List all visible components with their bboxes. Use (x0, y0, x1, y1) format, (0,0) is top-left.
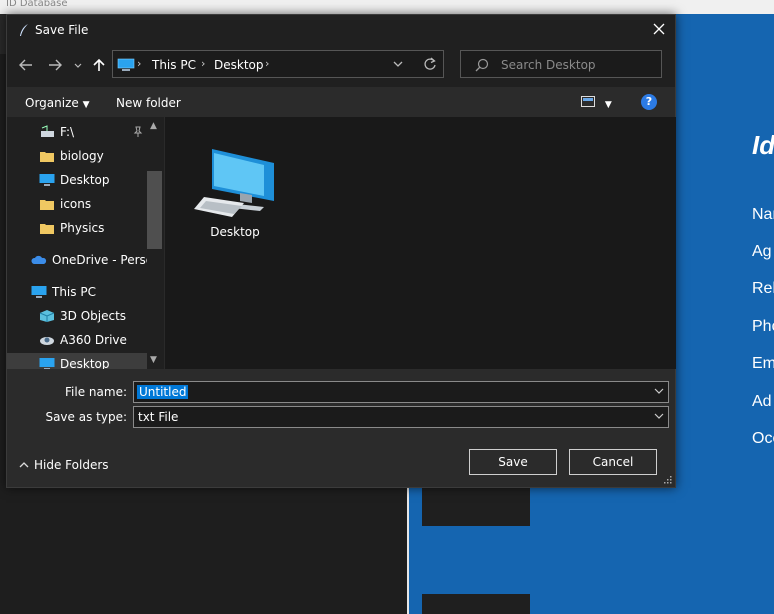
breadcrumb-separator-icon: › (265, 57, 270, 70)
computer-icon (117, 58, 135, 71)
hide-folders-label: Hide Folders (34, 458, 109, 472)
onedrive-icon (31, 255, 47, 264)
nav-item-label: F:\ (60, 125, 75, 139)
nav-item-icons[interactable]: icons (7, 193, 147, 215)
nav-item-a360-drive[interactable]: A360 Drive (7, 329, 147, 351)
command-toolbar: Organize ▼ New folder ▼ ? (7, 87, 675, 117)
breadcrumb-desktop[interactable]: Desktop (214, 58, 264, 72)
background-field-label: Nar (752, 206, 774, 223)
save-as-type-value: txt File (138, 410, 179, 424)
organize-menu-button[interactable]: Organize ▼ (25, 96, 90, 110)
background-field-label: Ad (752, 393, 772, 410)
change-view-button[interactable]: ▼ (581, 96, 612, 110)
scroll-down-arrow-icon[interactable]: ▼ (150, 355, 157, 365)
nav-item-label: Physics (60, 221, 105, 235)
background-app-titlebar: ID Database (0, 0, 774, 14)
chevron-down-icon: ▼ (82, 100, 90, 110)
breadcrumb-separator-icon: › (201, 57, 206, 70)
background-field-label: Ag (752, 243, 772, 260)
forward-arrow-icon[interactable] (47, 57, 63, 73)
nav-item-biology[interactable]: biology (7, 145, 147, 167)
organize-label: Organize (25, 96, 79, 110)
background-field-label: Occ (752, 430, 774, 447)
close-icon[interactable] (651, 21, 667, 37)
chevron-down-icon[interactable] (654, 387, 664, 395)
breadcrumb-separator-icon: › (137, 57, 142, 70)
nav-item-label: This PC (52, 285, 96, 299)
background-dark-block (422, 594, 530, 614)
nav-item-label: icons (60, 197, 92, 211)
background-app-title: ID Database (6, 0, 68, 9)
navigation-pane-scrollbar[interactable]: ▲ ▼ (147, 117, 163, 369)
search-placeholder: Search Desktop (501, 58, 596, 72)
dialog-titlebar[interactable]: Save File (7, 15, 675, 45)
computer-icon (31, 286, 47, 298)
nav-item-physics[interactable]: Physics (7, 217, 147, 239)
file-list-view: Desktop (164, 117, 676, 369)
new-folder-button[interactable]: New folder (116, 96, 181, 110)
chevron-up-icon (19, 462, 29, 468)
background-field-label: Rel (752, 280, 774, 297)
chevron-down-icon[interactable] (392, 59, 404, 69)
navigation-bar: › This PC › Desktop › Search Desktop (7, 45, 675, 85)
save-as-type-select[interactable]: txt File (133, 406, 669, 428)
breadcrumb-this-pc[interactable]: This PC (152, 58, 196, 72)
background-field-label: Em (752, 355, 774, 372)
resize-grip-icon[interactable] (664, 476, 672, 484)
hide-folders-button[interactable]: Hide Folders (19, 458, 109, 472)
address-bar[interactable]: › This PC › Desktop › (112, 50, 444, 78)
file-name-input[interactable]: Untitled (133, 381, 669, 403)
nav-item-3d-objects[interactable]: 3D Objects (7, 305, 147, 327)
nav-item-label: OneDrive - Person (52, 253, 147, 267)
dialog-title: Save File (35, 23, 89, 37)
chevron-down-icon (654, 413, 664, 419)
3d-objects-icon (39, 310, 55, 322)
scroll-up-arrow-icon[interactable]: ▲ (150, 121, 157, 131)
drive-icon (41, 125, 54, 137)
search-box[interactable]: Search Desktop (460, 50, 662, 78)
save-as-type-label: Save as type: (45, 410, 127, 424)
help-button[interactable]: ? (641, 94, 657, 110)
refresh-icon[interactable] (423, 57, 437, 71)
nav-item-desktop-selected[interactable]: Desktop (7, 353, 147, 371)
file-name-value: Untitled (137, 385, 189, 399)
background-field-label: Pho (752, 318, 774, 335)
nav-item-this-pc[interactable]: This PC (7, 281, 147, 303)
chevron-down-icon: ▼ (604, 100, 612, 110)
feather-icon (20, 24, 28, 36)
background-dark-block (422, 486, 530, 526)
desktop-computer-icon (194, 149, 274, 217)
back-arrow-icon[interactable] (18, 57, 34, 73)
pin-icon (133, 126, 143, 137)
scrollbar-thumb[interactable] (147, 171, 162, 249)
recent-locations-chevron-icon[interactable] (73, 57, 83, 73)
file-name-label: File name: (65, 385, 127, 399)
nav-item-onedrive[interactable]: OneDrive - Person (7, 249, 147, 271)
file-item-label: Desktop (210, 225, 260, 239)
a360-drive-icon (40, 337, 54, 345)
nav-item-label: Desktop (60, 173, 110, 187)
save-options-panel: File name: Untitled Save as type: txt Fi… (7, 369, 675, 487)
save-button[interactable]: Save (469, 449, 557, 475)
folder-icon (40, 224, 54, 234)
nav-item-f-drive[interactable]: F:\ (7, 121, 147, 143)
nav-item-desktop-quick[interactable]: Desktop (7, 169, 147, 191)
nav-item-label: A360 Drive (60, 333, 127, 347)
view-options-icon (581, 96, 595, 107)
background-form-heading: Id (752, 130, 774, 160)
file-item-desktop[interactable]: Desktop (190, 131, 280, 243)
cancel-button[interactable]: Cancel (569, 449, 657, 475)
nav-item-label: 3D Objects (60, 309, 127, 323)
nav-item-label: biology (60, 149, 104, 163)
folder-icon (40, 200, 54, 210)
desktop-icon (39, 174, 55, 186)
search-icon (475, 58, 489, 72)
navigation-pane: F:\ biology Desktop icons Physics OneDri… (7, 117, 164, 371)
save-file-dialog: Save File › This PC › Desktop › Search D… (6, 14, 676, 488)
up-arrow-icon[interactable] (91, 57, 107, 73)
folder-icon (40, 152, 54, 162)
